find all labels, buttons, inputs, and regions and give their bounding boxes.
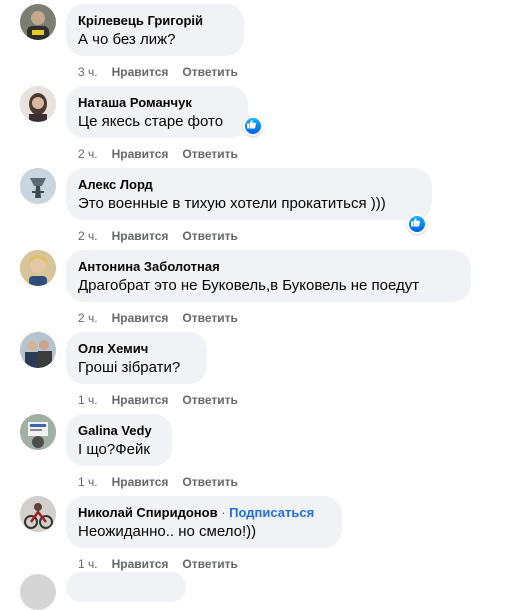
comment-bubble: Galina Vedy І що?Фейк bbox=[66, 414, 172, 466]
reply-button[interactable]: Ответить bbox=[182, 311, 237, 325]
comment-author[interactable]: Наташа Романчук bbox=[78, 94, 236, 111]
comment-actions: 1 ч. Нравится Ответить bbox=[78, 556, 252, 572]
like-button[interactable]: Нравится bbox=[112, 65, 169, 79]
reply-button[interactable]: Ответить bbox=[182, 65, 237, 79]
avatar[interactable] bbox=[20, 4, 56, 40]
comment-text: І що?Фейк bbox=[78, 441, 150, 458]
comment-bubble: Антонина Заболотная Драгобрат это не Бук… bbox=[66, 250, 471, 302]
comment-bubble: Николай Спиридонов · Подписаться Неожида… bbox=[66, 496, 342, 548]
reply-button[interactable]: Ответить bbox=[182, 475, 237, 489]
avatar[interactable] bbox=[20, 250, 56, 286]
comment-author[interactable]: Крілевець Григорій bbox=[78, 12, 232, 29]
comment-time[interactable]: 3 ч. bbox=[78, 65, 98, 79]
avatar[interactable] bbox=[20, 86, 56, 122]
comment-author[interactable]: Galina Vedy bbox=[78, 422, 160, 439]
comment-bubble: Оля Хемич Гроші зібрати? bbox=[66, 332, 207, 384]
comment-actions: 1 ч. Нравится Ответить bbox=[78, 392, 252, 408]
reply-button[interactable]: Ответить bbox=[182, 147, 237, 161]
avatar[interactable] bbox=[20, 414, 56, 450]
reply-button[interactable]: Ответить bbox=[182, 393, 237, 407]
like-button[interactable]: Нравится bbox=[112, 475, 169, 489]
reply-button[interactable]: Ответить bbox=[182, 229, 237, 243]
comment-bubble bbox=[66, 572, 186, 602]
comment-author-name[interactable]: Николай Спиридонов bbox=[78, 505, 218, 520]
comment-author: Николай Спиридонов · Подписаться bbox=[78, 504, 330, 521]
like-button[interactable]: Нравится bbox=[112, 557, 169, 571]
comment-time[interactable]: 2 ч. bbox=[78, 147, 98, 161]
comment-time[interactable]: 2 ч. bbox=[78, 229, 98, 243]
comment-actions: 3 ч. Нравится Ответить bbox=[78, 64, 252, 80]
comment-text: Это военные в тихую хотели прокатиться )… bbox=[78, 195, 386, 212]
avatar[interactable] bbox=[20, 574, 56, 610]
like-button[interactable]: Нравится bbox=[112, 311, 169, 325]
comment-author[interactable]: Антонина Заболотная bbox=[78, 258, 459, 275]
comment-actions: 1 ч. Нравится Ответить bbox=[78, 474, 252, 490]
separator: · bbox=[221, 505, 226, 520]
avatar[interactable] bbox=[20, 168, 56, 204]
comment-text: Драгобрат это не Буковель,в Буковель не … bbox=[78, 277, 420, 294]
comment-text: Неожиданно.. но смело!)) bbox=[78, 523, 257, 540]
reply-button[interactable]: Ответить bbox=[182, 557, 237, 571]
comment-time[interactable]: 2 ч. bbox=[78, 311, 98, 325]
like-reaction-icon[interactable] bbox=[243, 116, 263, 136]
comment-actions: 2 ч. Нравится Ответить bbox=[78, 310, 252, 326]
comment-actions: 2 ч. Нравится Ответить bbox=[78, 146, 252, 162]
comment-time[interactable]: 1 ч. bbox=[78, 557, 98, 571]
comment-text: Гроші зібрати? bbox=[78, 359, 181, 376]
comment-text: А чо без лиж? bbox=[78, 31, 176, 48]
comment-time[interactable]: 1 ч. bbox=[78, 475, 98, 489]
comment-bubble: Крілевець Григорій А чо без лиж? bbox=[66, 4, 244, 56]
like-reaction-icon[interactable] bbox=[407, 214, 427, 234]
comment-author[interactable]: Оля Хемич bbox=[78, 340, 195, 357]
like-button[interactable]: Нравится bbox=[112, 147, 169, 161]
avatar[interactable] bbox=[20, 496, 56, 532]
comment-text: Це якесь старе фото bbox=[78, 113, 224, 130]
comment-author[interactable]: Алекс Лорд bbox=[78, 176, 420, 193]
avatar[interactable] bbox=[20, 332, 56, 368]
comment-bubble: Наташа Романчук Це якесь старе фото bbox=[66, 86, 248, 138]
like-button[interactable]: Нравится bbox=[112, 393, 169, 407]
subscribe-link[interactable]: Подписаться bbox=[229, 505, 314, 520]
like-button[interactable]: Нравится bbox=[112, 229, 169, 243]
comment-actions: 2 ч. Нравится Ответить bbox=[78, 228, 252, 244]
comment-time[interactable]: 1 ч. bbox=[78, 393, 98, 407]
comment-bubble: Алекс Лорд Это военные в тихую хотели пр… bbox=[66, 168, 432, 220]
